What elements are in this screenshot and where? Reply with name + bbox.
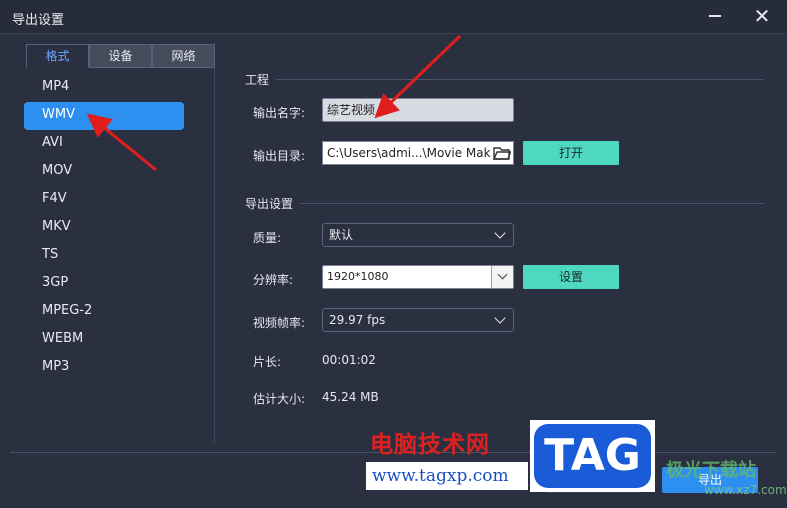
format-item-webm[interactable]: WEBM — [24, 326, 184, 354]
format-item-mp4[interactable]: MP4 — [24, 74, 184, 102]
quality-label: 质量: — [253, 231, 282, 245]
minimize-icon — [709, 15, 721, 17]
watermark-url: www.tagxp.com — [366, 462, 528, 490]
folder-icon[interactable] — [493, 145, 511, 161]
watermark-tag-logo: TAG — [530, 420, 655, 492]
format-item-mpeg2[interactable]: MPEG-2 — [24, 298, 184, 326]
format-item-mkv[interactable]: MKV — [24, 214, 184, 242]
fps-value: 29.97 fps — [329, 313, 386, 327]
close-window-button[interactable]: ✕ — [749, 4, 775, 28]
estimated-size-value: 45.24 MB — [322, 390, 379, 404]
format-item-ts[interactable]: TS — [24, 242, 184, 270]
close-icon: ✕ — [753, 4, 771, 28]
format-item-3gp[interactable]: 3GP — [24, 270, 184, 298]
title-bar: 导出设置 ✕ — [0, 0, 787, 34]
format-list: MP4 WMV AVI MOV F4V MKV TS 3GP MPEG-2 WE… — [24, 74, 184, 382]
watermark-site-name: 电脑技术网 — [370, 431, 490, 458]
export-section-title: 导出设置 — [245, 197, 294, 211]
resolution-label: 分辨率: — [253, 273, 294, 287]
chevron-down-icon — [494, 312, 506, 324]
output-dir-value: C:\Users\admi...\Movie Mak — [327, 146, 491, 160]
tab-device[interactable]: 设备 — [89, 44, 152, 68]
project-section-title: 工程 — [245, 73, 270, 87]
format-item-avi[interactable]: AVI — [24, 130, 184, 158]
resolution-combo[interactable]: 1920*1080 — [322, 265, 514, 289]
quality-select[interactable]: 默认 — [322, 223, 514, 247]
chevron-down-icon[interactable] — [491, 266, 513, 288]
format-item-mp3[interactable]: MP3 — [24, 354, 184, 382]
tab-bar: 格式 设备 网络 — [26, 44, 215, 68]
resolution-value: 1920*1080 — [327, 270, 389, 283]
minimize-button[interactable] — [702, 4, 728, 28]
tab-format[interactable]: 格式 — [26, 44, 89, 68]
format-item-f4v[interactable]: F4V — [24, 186, 184, 214]
duration-label: 片长: — [253, 355, 282, 369]
format-item-wmv[interactable]: WMV — [24, 102, 184, 130]
chevron-down-icon — [494, 227, 506, 239]
format-item-mov[interactable]: MOV — [24, 158, 184, 186]
output-dir-input[interactable]: C:\Users\admi...\Movie Mak — [322, 141, 514, 165]
output-dir-label: 输出目录: — [253, 149, 306, 163]
window-title: 导出设置 — [12, 13, 65, 28]
watermark-corner: 极光下载站 — [666, 460, 756, 481]
tab-network[interactable]: 网络 — [152, 44, 215, 68]
resolution-settings-button[interactable]: 设置 — [523, 265, 619, 289]
project-divider — [276, 79, 763, 80]
output-name-label: 输出名字: — [253, 106, 306, 120]
duration-value: 00:01:02 — [322, 353, 376, 367]
estimated-size-label: 估计大小: — [253, 392, 306, 406]
watermark-tag-text: TAG — [534, 424, 651, 488]
open-folder-button[interactable]: 打开 — [523, 141, 619, 165]
quality-value: 默认 — [329, 228, 354, 242]
fps-label: 视频帧率: — [253, 316, 306, 330]
export-divider — [300, 203, 763, 204]
left-panel: 格式 设备 网络 MP4 WMV AVI MOV F4V MKV TS 3GP … — [22, 42, 215, 445]
fps-select[interactable]: 29.97 fps — [322, 308, 514, 332]
output-name-input[interactable]: 综艺视频 — [322, 98, 514, 122]
watermark-corner-url: www.xz7.com — [704, 483, 787, 497]
